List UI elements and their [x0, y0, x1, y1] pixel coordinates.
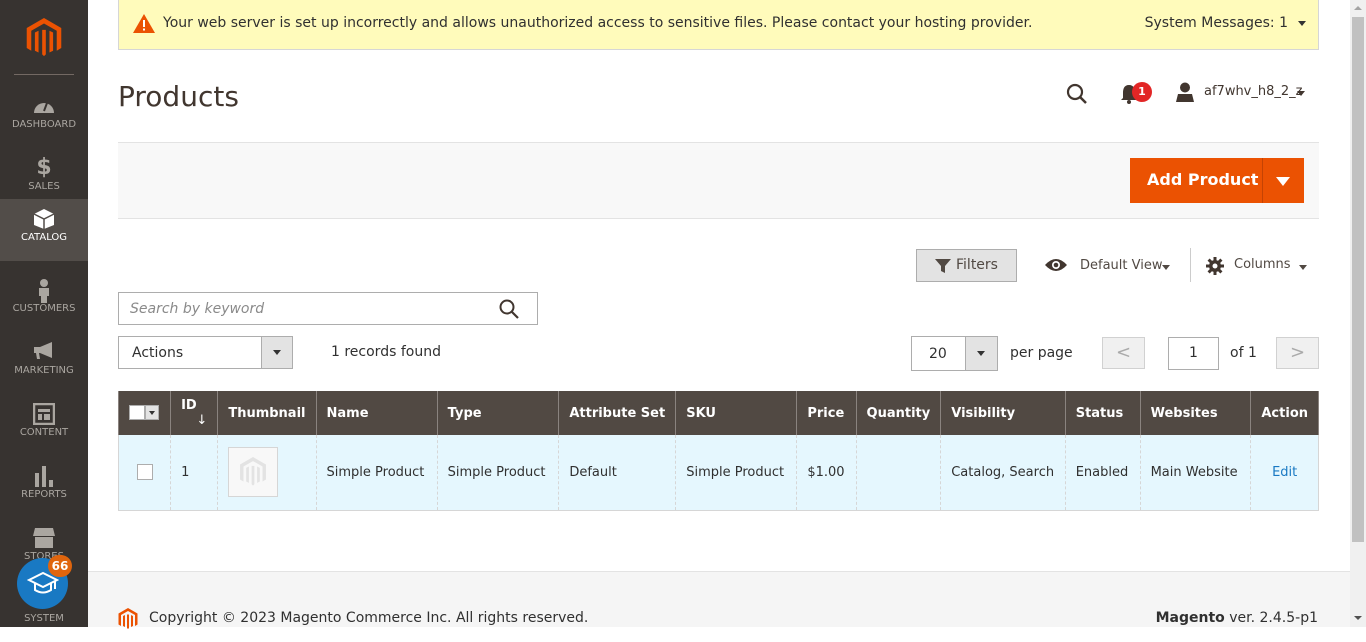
- keyword-search: [118, 292, 538, 325]
- row-checkbox[interactable]: [136, 464, 153, 481]
- scroll-up-icon[interactable]: [1354, 6, 1362, 10]
- chevron-down-icon: [1299, 265, 1307, 270]
- user-icon[interactable]: [1175, 82, 1195, 102]
- products-grid: ID ↓ Thumbnail Name Type Attribute Set SK…: [117, 391, 1319, 511]
- records-found: 1 records found: [331, 344, 441, 360]
- learning-badge: 66: [48, 555, 72, 577]
- column-header-quantity[interactable]: Quantity: [855, 391, 942, 435]
- gear-icon: [1206, 257, 1224, 275]
- scrollbar-thumb[interactable]: [1352, 17, 1364, 542]
- column-header-attribute-set[interactable]: Attribute Set: [558, 391, 677, 435]
- chevron-down-icon[interactable]: [1298, 21, 1306, 26]
- previous-page-button[interactable]: <: [1102, 337, 1145, 369]
- column-header-thumbnail: Thumbnail: [217, 391, 317, 435]
- system-messages-toggle[interactable]: System Messages: 1: [1145, 15, 1288, 31]
- toolbar-divider: [1190, 248, 1191, 282]
- magento-logo-icon[interactable]: [25, 18, 63, 58]
- warning-icon: [133, 14, 155, 33]
- sidebar-item-catalog[interactable]: CATALOG: [0, 199, 88, 261]
- next-page-button[interactable]: >: [1276, 337, 1319, 369]
- chevron-down-icon: [273, 350, 281, 355]
- notifications-badge: 1: [1132, 82, 1152, 102]
- copyright-text: Copyright © 2023 Magento Commerce Inc. A…: [149, 610, 589, 626]
- table-row[interactable]: 1 Simple Product Simple Product Default …: [117, 435, 1319, 511]
- column-header-name[interactable]: Name: [315, 391, 438, 435]
- chevron-down-icon: [1162, 265, 1170, 270]
- filters-button[interactable]: Filters: [916, 249, 1017, 282]
- add-product-button[interactable]: Add Product: [1130, 158, 1304, 203]
- page-total: of 1: [1230, 345, 1257, 361]
- mass-select-checkbox[interactable]: [129, 405, 159, 421]
- box-icon: [0, 208, 88, 230]
- column-header-websites[interactable]: Websites: [1139, 391, 1252, 435]
- sidebar-item-dashboard[interactable]: DASHBOARD: [0, 86, 88, 148]
- per-page-select[interactable]: 20: [911, 336, 998, 371]
- grid-header-row: ID ↓ Thumbnail Name Type Attribute Set SK…: [117, 391, 1319, 435]
- placeholder-image-icon: [240, 457, 267, 486]
- layout-icon: [0, 402, 88, 426]
- search-icon[interactable]: [499, 299, 519, 319]
- cell-id: 1: [170, 435, 219, 511]
- main-content: Your web server is set up incorrectly an…: [88, 0, 1350, 629]
- sidebar-item-content[interactable]: CONTENT: [0, 394, 88, 456]
- cell-quantity: [855, 435, 942, 511]
- column-header-price[interactable]: Price: [796, 391, 857, 435]
- column-header-status[interactable]: Status: [1064, 391, 1141, 435]
- chevron-down-icon[interactable]: [1297, 91, 1305, 96]
- page-footer: Copyright © 2023 Magento Commerce Inc. A…: [88, 571, 1350, 629]
- edit-link[interactable]: Edit: [1272, 465, 1297, 480]
- page-title: Products: [118, 80, 239, 113]
- page-scrollbar[interactable]: [1350, 0, 1366, 627]
- admin-sidebar: DASHBOARD $ SALES CATALOG CUSTOMERS MARK…: [0, 0, 88, 627]
- mass-select-header[interactable]: [117, 391, 172, 435]
- column-header-sku[interactable]: SKU: [675, 391, 798, 435]
- search-input[interactable]: [119, 293, 489, 324]
- megaphone-icon: [0, 341, 88, 363]
- product-thumbnail[interactable]: [228, 447, 279, 498]
- global-search-icon[interactable]: [1066, 83, 1088, 105]
- mass-actions-select[interactable]: Actions: [118, 336, 293, 369]
- page-number-input[interactable]: 1: [1168, 337, 1219, 370]
- sidebar-item-customers[interactable]: CUSTOMERS: [0, 270, 88, 332]
- sidebar-item-marketing[interactable]: MARKETING: [0, 332, 88, 394]
- person-icon: [0, 279, 88, 303]
- cell-websites: Main Website: [1139, 435, 1252, 511]
- chevron-down-icon: [977, 351, 985, 356]
- column-header-action: Action: [1250, 391, 1319, 435]
- cell-price: $1.00: [796, 435, 857, 511]
- dashboard-icon: [0, 95, 88, 117]
- store-icon: [0, 527, 88, 549]
- sidebar-item-reports[interactable]: REPORTS: [0, 456, 88, 518]
- cell-attribute-set: Default: [558, 435, 677, 511]
- add-product-dropdown-icon[interactable]: [1276, 177, 1290, 186]
- system-message-bar: Your web server is set up incorrectly an…: [118, 0, 1319, 50]
- per-page-label: per page: [1010, 345, 1073, 361]
- cell-status: Enabled: [1064, 435, 1141, 511]
- bar-chart-icon: [0, 465, 88, 487]
- dollar-icon: $: [36, 155, 52, 180]
- cell-type: Simple Product: [436, 435, 560, 511]
- cell-sku: Simple Product: [675, 435, 798, 511]
- version-text: Magento ver. 2.4.5-p1: [1155, 610, 1318, 626]
- sort-arrow-icon: ↓: [196, 413, 208, 428]
- column-header-visibility[interactable]: Visibility: [940, 391, 1066, 435]
- logo-divider: [14, 74, 74, 75]
- column-header-type[interactable]: Type: [436, 391, 560, 435]
- eye-icon: [1045, 259, 1067, 271]
- cell-name: Simple Product: [315, 435, 438, 511]
- cell-visibility: Catalog, Search: [940, 435, 1066, 511]
- column-header-id[interactable]: ID ↓: [170, 391, 219, 435]
- filter-icon: [935, 259, 951, 273]
- scroll-down-icon[interactable]: [1354, 616, 1362, 620]
- user-menu[interactable]: af7whv_h8_2_z: [1204, 84, 1302, 99]
- system-message-text: Your web server is set up incorrectly an…: [163, 15, 1033, 31]
